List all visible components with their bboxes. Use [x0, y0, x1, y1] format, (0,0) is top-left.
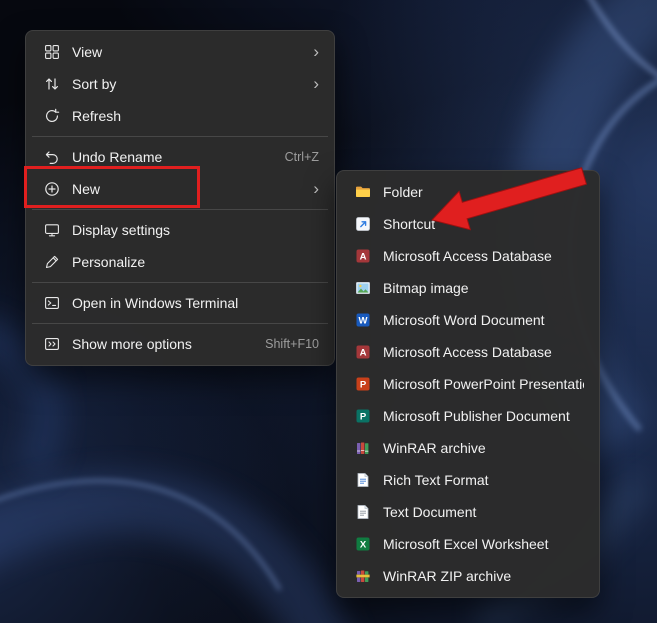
menu-item-bitmap-image[interactable]: Bitmap image — [342, 272, 594, 304]
menu-item-label: Undo Rename — [72, 149, 273, 165]
shortcut-icon — [354, 215, 372, 233]
menu-item-label: WinRAR archive — [383, 440, 584, 456]
desktop-context-menu: View › Sort by › Refresh Undo Rename Ctr… — [25, 30, 335, 366]
menu-item-label: Folder — [383, 184, 584, 200]
menu-item-label: Shortcut — [383, 216, 584, 232]
menu-item-label: Refresh — [72, 108, 319, 124]
access-icon — [354, 247, 372, 265]
menu-item-personalize[interactable]: Personalize — [31, 246, 329, 278]
menu-item-label: New — [72, 181, 303, 197]
refresh-icon — [43, 107, 61, 125]
undo-icon — [43, 148, 61, 166]
menu-item-label: Sort by — [72, 76, 303, 92]
menu-item-undo-rename[interactable]: Undo Rename Ctrl+Z — [31, 141, 329, 173]
menu-item-display-settings[interactable]: Display settings — [31, 214, 329, 246]
menu-item-new[interactable]: New › — [31, 173, 329, 205]
menu-item-label: Personalize — [72, 254, 319, 270]
menu-item-microsoft-publisher-document[interactable]: Microsoft Publisher Document — [342, 400, 594, 432]
menu-item-label: Bitmap image — [383, 280, 584, 296]
menu-item-folder[interactable]: Folder — [342, 176, 594, 208]
menu-item-label: Microsoft Publisher Document — [383, 408, 584, 424]
menu-item-sort-by[interactable]: Sort by › — [31, 68, 329, 100]
menu-item-text-document[interactable]: Text Document — [342, 496, 594, 528]
desktop: View › Sort by › Refresh Undo Rename Ctr… — [0, 0, 657, 623]
menu-item-winrar-zip-archive[interactable]: WinRAR ZIP archive — [342, 560, 594, 592]
menu-item-microsoft-powerpoint-presentation[interactable]: Microsoft PowerPoint Presentation — [342, 368, 594, 400]
keyboard-shortcut: Shift+F10 — [265, 337, 319, 351]
menu-item-label: Display settings — [72, 222, 319, 238]
personalize-icon — [43, 253, 61, 271]
view-icon — [43, 43, 61, 61]
access-icon — [354, 343, 372, 361]
menu-item-rich-text-format[interactable]: Rich Text Format — [342, 464, 594, 496]
menu-item-label: Microsoft Word Document — [383, 312, 584, 328]
new-submenu: Folder Shortcut Microsoft Access Databas… — [336, 170, 600, 598]
chevron-right-icon: › — [313, 43, 319, 60]
winrar-icon — [354, 439, 372, 457]
new-icon — [43, 180, 61, 198]
menu-item-label: Microsoft Excel Worksheet — [383, 536, 584, 552]
display-icon — [43, 221, 61, 239]
publisher-icon — [354, 407, 372, 425]
menu-item-microsoft-access-database[interactable]: Microsoft Access Database — [342, 336, 594, 368]
menu-item-label: Microsoft Access Database — [383, 248, 584, 264]
menu-item-label: Text Document — [383, 504, 584, 520]
menu-item-label: Show more options — [72, 336, 253, 352]
word-icon — [354, 311, 372, 329]
rtf-icon — [354, 471, 372, 489]
menu-item-microsoft-word-document[interactable]: Microsoft Word Document — [342, 304, 594, 336]
menu-item-label: Microsoft Access Database — [383, 344, 584, 360]
text-icon — [354, 503, 372, 521]
menu-item-microsoft-access-database[interactable]: Microsoft Access Database — [342, 240, 594, 272]
sort-icon — [43, 75, 61, 93]
folder-icon — [354, 183, 372, 201]
chevron-right-icon: › — [313, 75, 319, 92]
keyboard-shortcut: Ctrl+Z — [285, 150, 319, 164]
menu-divider — [32, 209, 328, 210]
menu-item-view[interactable]: View › — [31, 36, 329, 68]
bitmap-icon — [354, 279, 372, 297]
menu-item-label: WinRAR ZIP archive — [383, 568, 584, 584]
terminal-icon — [43, 294, 61, 312]
menu-item-label: Rich Text Format — [383, 472, 584, 488]
menu-divider — [32, 323, 328, 324]
menu-item-refresh[interactable]: Refresh — [31, 100, 329, 132]
excel-icon — [354, 535, 372, 553]
menu-item-label: View — [72, 44, 303, 60]
menu-item-show-more-options[interactable]: Show more options Shift+F10 — [31, 328, 329, 360]
more-icon — [43, 335, 61, 353]
menu-divider — [32, 136, 328, 137]
zip-icon — [354, 567, 372, 585]
chevron-right-icon: › — [313, 180, 319, 197]
menu-divider — [32, 282, 328, 283]
menu-item-winrar-archive[interactable]: WinRAR archive — [342, 432, 594, 464]
powerpoint-icon — [354, 375, 372, 393]
menu-item-shortcut[interactable]: Shortcut — [342, 208, 594, 240]
menu-item-label: Open in Windows Terminal — [72, 295, 319, 311]
menu-item-label: Microsoft PowerPoint Presentation — [383, 376, 584, 392]
menu-item-open-in-windows-terminal[interactable]: Open in Windows Terminal — [31, 287, 329, 319]
menu-item-microsoft-excel-worksheet[interactable]: Microsoft Excel Worksheet — [342, 528, 594, 560]
